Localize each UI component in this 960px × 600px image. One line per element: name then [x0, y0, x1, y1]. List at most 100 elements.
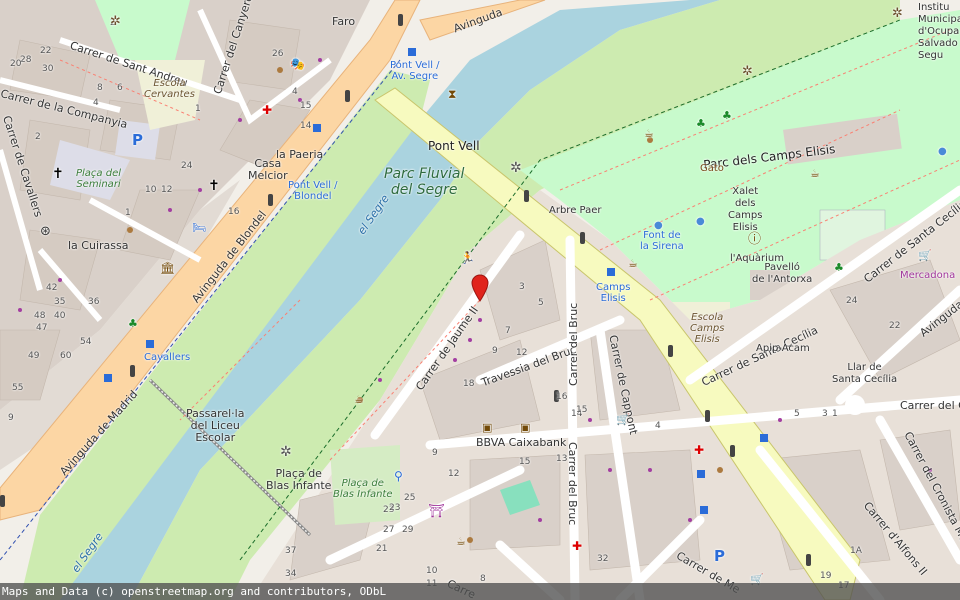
fountain-icon: ●: [938, 146, 947, 157]
viewpoint-icon: ✲: [280, 444, 292, 460]
mercadona-label: Mercadona: [900, 270, 956, 281]
house-number: 48: [34, 311, 46, 321]
tree-icon: ✲: [892, 6, 903, 21]
passarella-label: Passarel·la del Liceu Escolar: [186, 407, 245, 444]
garden-icon: ♣: [834, 261, 844, 274]
pharmacy-icon: ✚: [572, 539, 583, 553]
house-number: 18: [463, 379, 475, 389]
church-icon: ✝: [52, 166, 64, 182]
house-number: 10: [145, 185, 157, 195]
bank-icon: ▣: [482, 421, 493, 434]
house-number: 3: [822, 409, 828, 419]
escola-cervantes-label: Escola Cervantes: [144, 78, 195, 100]
bus-stop-camps-elisis[interactable]: Camps Elisis: [596, 282, 630, 304]
garden-icon: ♣: [722, 109, 732, 122]
pont-vell-label: Pont Vell: [428, 139, 480, 153]
gato-label: Gato: [700, 163, 724, 174]
house-number: 5: [794, 409, 800, 419]
house-number: 2: [35, 132, 41, 142]
apip-acam-label: Apip-Acam: [756, 343, 810, 354]
house-number: 27: [383, 525, 395, 535]
placa-blas-infante-label: Plaça de Blas Infante: [266, 467, 332, 492]
map-canvas[interactable]: Parc Fluvial del Segre Parc dels Camps E…: [0, 0, 960, 600]
house-number: 24: [181, 161, 193, 171]
marketplace-icon: ⛩: [428, 504, 445, 519]
house-number: 35: [54, 297, 66, 307]
house-number: 23: [389, 503, 401, 513]
house-number: 1: [832, 409, 838, 419]
house-number: 21: [376, 544, 388, 554]
house-number: 10: [426, 566, 438, 576]
pavello-label: Pavelló de l'Antorxa: [752, 262, 813, 285]
shop-icon: 🛒: [616, 413, 630, 426]
font-sirena-label: Font de la Sirena: [640, 230, 684, 252]
house-number: 9: [492, 346, 498, 356]
house-number: 19: [820, 571, 832, 581]
house-number: 26: [272, 49, 284, 59]
house-number: 13: [556, 454, 568, 464]
tree-icon: ✲: [742, 64, 753, 79]
house-number: 7: [505, 326, 511, 336]
cafe-icon: ☕: [810, 167, 820, 180]
carrer-bruc-label-2: Carrer del Bruc: [566, 442, 579, 526]
house-number: 15: [519, 457, 531, 467]
parc-fluvial-label: Parc Fluvial del Segre: [384, 166, 465, 198]
cafe-icon: ☕: [644, 127, 654, 140]
bicycle-icon: ⚲: [394, 469, 403, 483]
map-attribution[interactable]: Maps and Data (c) openstreetmap.org and …: [0, 583, 960, 600]
house-number: 6: [117, 83, 123, 93]
museum-icon: 🏛: [160, 261, 176, 275]
house-number: 42: [46, 283, 58, 293]
cafe-icon: ☕: [354, 393, 364, 406]
cafe-icon: ☕: [456, 535, 466, 548]
house-number: 4: [655, 421, 661, 431]
bbva-label: BBVA Caixabank: [476, 436, 567, 449]
casa-melcior-label: Casa Melcior: [248, 157, 288, 182]
carrer-bruc-label: Carrer del Bruc: [567, 302, 580, 386]
house-number: 12: [161, 185, 173, 195]
fountain-icon: ●: [696, 216, 705, 227]
house-number: 25: [404, 493, 416, 503]
tree-icon: ✲: [110, 14, 121, 29]
bank-icon: ▣: [520, 421, 531, 434]
house-number: 16: [556, 392, 568, 402]
bus-stop-pont-vell-segre[interactable]: Pont Vell / Av. Segre: [390, 60, 440, 82]
house-number: 24: [846, 296, 858, 306]
house-number: 20: [10, 59, 22, 69]
location-pin-icon[interactable]: [471, 274, 489, 302]
house-number: 49: [28, 351, 40, 361]
house-number: 22: [40, 46, 52, 56]
house-number: 15: [576, 405, 588, 415]
theatre-icon: 🎭: [290, 57, 305, 71]
house-number: 12: [516, 348, 528, 358]
parking-icon[interactable]: P: [714, 549, 725, 564]
house-number: 4: [93, 98, 99, 108]
house-number: 40: [54, 311, 66, 321]
arbre-paer-label: Arbre Paer: [549, 205, 602, 216]
house-number: 60: [60, 351, 72, 361]
house-number: 32: [597, 554, 609, 564]
garden-icon: ♣: [128, 317, 138, 330]
house-number: 8: [97, 83, 103, 93]
house-number: 1A: [850, 546, 862, 556]
parking-icon[interactable]: P: [132, 133, 143, 148]
shop-icon: 🛒: [918, 249, 932, 262]
house-number: 28: [20, 55, 32, 65]
house-number: 30: [42, 64, 54, 74]
house-number: 1: [125, 208, 131, 218]
house-number: 9: [432, 448, 438, 458]
llar-label: Llar de Santa Cecília: [832, 362, 898, 385]
placa-blas-infante-green-label: Plaça de Blas Infante: [333, 478, 393, 500]
bus-stop-cavallers[interactable]: Cavallers: [144, 352, 190, 363]
hospital-icon: ✚: [694, 443, 705, 457]
house-number: 55: [12, 383, 24, 393]
hotel-icon: 🛏: [192, 221, 206, 234]
bus-stop-pont-vell-blondel[interactable]: Pont Vell / Blondel: [288, 180, 338, 202]
pharmacy-icon: ✚: [262, 103, 273, 117]
house-number: 29: [402, 525, 414, 535]
escola-camps-label: Escola Camps Elisis: [690, 312, 725, 345]
house-number: 4: [292, 87, 298, 97]
church-icon: ✝: [208, 178, 220, 194]
viewpoint-icon: ✲: [510, 160, 522, 176]
la-paeria-label: la Paeria: [276, 148, 324, 161]
